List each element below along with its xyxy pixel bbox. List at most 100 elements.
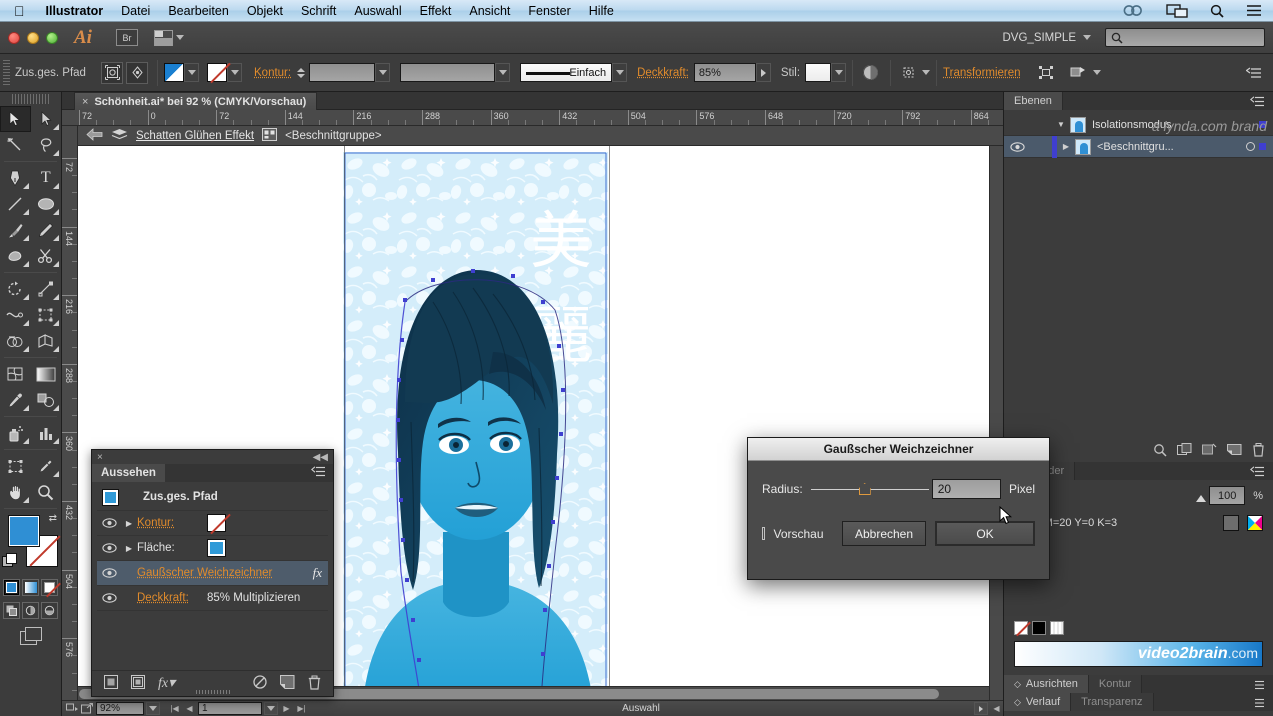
- gradient-preview-row[interactable]: video2brain.com a lynda.com brand: [1004, 118, 1273, 667]
- appearance-row-flaeche[interactable]: ▶ Fläche:: [97, 536, 328, 561]
- menu-item-datei[interactable]: Datei: [112, 0, 159, 22]
- tint-value-field[interactable]: 100: [1209, 486, 1246, 505]
- layer-row-beschnittgruppe[interactable]: ▶ <Beschnittgru...: [1004, 135, 1273, 158]
- next-artboard-button[interactable]: ▶: [280, 702, 293, 715]
- chevron-right-icon[interactable]: ▶: [1057, 142, 1075, 151]
- color-button[interactable]: [3, 579, 20, 596]
- arrange-documents-button[interactable]: [153, 29, 184, 46]
- lasso-tool-icon[interactable]: [31, 132, 62, 158]
- appearance-row-label[interactable]: Fläche:: [137, 542, 207, 554]
- ellipse-tool-icon[interactable]: [31, 191, 62, 217]
- status-expand-icon[interactable]: ◀: [990, 702, 1003, 715]
- last-artboard-button[interactable]: ▶|: [295, 702, 308, 715]
- panel-menu-icon[interactable]: [304, 464, 333, 482]
- locate-object-icon[interactable]: [1153, 443, 1167, 460]
- shape-builder-tool-icon[interactable]: [0, 328, 31, 354]
- opacity-field[interactable]: 85%: [693, 63, 756, 82]
- rotate-tool-icon[interactable]: [0, 276, 31, 302]
- appearance-panel-resize-grip[interactable]: [195, 690, 230, 694]
- preview-checkbox[interactable]: [762, 527, 765, 540]
- stroke-label[interactable]: Kontur:: [254, 67, 291, 79]
- menu-item-effekt[interactable]: Effekt: [411, 0, 461, 22]
- preview-label[interactable]: Vorschau: [774, 527, 824, 541]
- tab-ebenen[interactable]: Ebenen: [1004, 92, 1063, 110]
- close-window-button[interactable]: [8, 31, 20, 44]
- radius-slider-knob[interactable]: [858, 483, 871, 495]
- opacity-flyout-arrow[interactable]: [755, 63, 771, 82]
- appearance-row-kontur[interactable]: ▶ Kontur:: [97, 511, 328, 536]
- transform-link[interactable]: Transformieren: [943, 67, 1021, 79]
- artboard-dropdown-arrow[interactable]: [264, 702, 278, 715]
- pencil-tool-icon[interactable]: [31, 217, 62, 243]
- radius-input[interactable]: 20: [931, 479, 1001, 499]
- select-similar-icon[interactable]: [126, 61, 148, 84]
- prev-artboard-button[interactable]: ◀: [183, 702, 196, 715]
- ok-button[interactable]: OK: [935, 521, 1035, 546]
- appearance-row-label[interactable]: Kontur:: [137, 517, 207, 529]
- artwork-illustration[interactable]: 美 麗: [343, 152, 608, 702]
- blob-brush-tool-icon[interactable]: [0, 243, 31, 269]
- control-bar-grip[interactable]: [3, 59, 10, 86]
- menu-app-name[interactable]: Illustrator: [37, 0, 113, 22]
- panel-menu-icon[interactable]: [1244, 698, 1273, 711]
- visibility-toggle[interactable]: [97, 543, 121, 553]
- chevron-down-icon[interactable]: [375, 63, 391, 82]
- menu-item-objekt[interactable]: Objekt: [238, 0, 292, 22]
- create-new-layer-icon[interactable]: [1227, 443, 1242, 459]
- panel-menu-icon[interactable]: [1244, 680, 1273, 693]
- fill-swatch-icon[interactable]: [207, 539, 226, 557]
- add-new-fill-icon[interactable]: [131, 675, 145, 692]
- white-swatch[interactable]: [1050, 621, 1064, 635]
- breadcrumb-layer-name[interactable]: Schatten Glühen Effekt: [136, 130, 254, 142]
- stroke-swatch-button[interactable]: [207, 63, 242, 82]
- appearance-panel[interactable]: × ◀◀ Aussehen Zus.ges. Pfad ▶ Kontur: ▶ …: [91, 449, 334, 697]
- eraser-tool-icon[interactable]: [31, 243, 62, 269]
- delete-selection-icon[interactable]: [1252, 442, 1265, 460]
- radius-slider[interactable]: [810, 483, 929, 495]
- paintbrush-tool-icon[interactable]: [0, 217, 31, 243]
- eyedropper-tool-icon[interactable]: [0, 387, 31, 413]
- direct-selection-tool-icon[interactable]: [31, 106, 62, 132]
- menu-item-hilfe[interactable]: Hilfe: [580, 0, 623, 22]
- draw-behind-icon[interactable]: [22, 602, 39, 619]
- panel-menu-icon[interactable]: [1242, 466, 1273, 480]
- perspective-grid-tool-icon[interactable]: [31, 328, 62, 354]
- delete-item-icon[interactable]: [308, 675, 321, 693]
- status-flyout-arrow[interactable]: [974, 702, 988, 715]
- tint-slider-knob[interactable]: [1196, 494, 1207, 502]
- appearance-row-label[interactable]: Gaußscher Weichzeichner: [137, 567, 272, 579]
- slice-tool-icon[interactable]: [31, 453, 62, 479]
- type-tool-icon[interactable]: T: [31, 165, 62, 191]
- chevron-down-icon[interactable]: [922, 70, 931, 75]
- visibility-toggle[interactable]: [97, 568, 121, 578]
- arrange-icon[interactable]: [1068, 62, 1090, 84]
- stroke-swatch-icon[interactable]: [207, 514, 226, 532]
- swap-fill-stroke-icon[interactable]: ⇄: [49, 513, 57, 524]
- symbol-sprayer-tool-icon[interactable]: [0, 420, 31, 446]
- fill-swatch-button[interactable]: [164, 63, 199, 82]
- brush-definition-field[interactable]: Einfach: [520, 63, 613, 82]
- chevron-down-icon[interactable]: [495, 63, 511, 82]
- menu-item-schrift[interactable]: Schrift: [292, 0, 345, 22]
- menu-item-bearbeiten[interactable]: Bearbeiten: [159, 0, 237, 22]
- zoom-dropdown-arrow[interactable]: [146, 702, 160, 715]
- mesh-tool-icon[interactable]: [0, 361, 31, 387]
- chevron-down-icon[interactable]: [831, 63, 847, 82]
- add-new-effect-icon[interactable]: fx▾: [158, 675, 175, 692]
- chevron-down-icon[interactable]: [184, 63, 199, 82]
- tab-transparenz[interactable]: Transparenz: [1071, 693, 1154, 711]
- panel-menu-icon[interactable]: [1242, 96, 1273, 110]
- tools-palette-grip[interactable]: [12, 94, 49, 104]
- zoom-level-field[interactable]: 92%: [96, 702, 144, 715]
- stroke-weight-stepper[interactable]: [297, 67, 307, 78]
- bridge-button[interactable]: Br: [115, 29, 138, 46]
- width-tool-icon[interactable]: [0, 302, 31, 328]
- search-input[interactable]: [1105, 28, 1265, 47]
- tab-verlauf[interactable]: ◇ Verlauf: [1004, 693, 1072, 711]
- appearance-row-gaussian-blur[interactable]: Gaußscher Weichzeichner fx: [97, 561, 328, 586]
- add-new-stroke-icon[interactable]: [104, 675, 118, 692]
- chevron-right-icon[interactable]: ▶: [121, 519, 137, 528]
- appearance-object-row[interactable]: Zus.ges. Pfad: [97, 484, 328, 511]
- recolor-artwork-icon[interactable]: [859, 62, 881, 84]
- column-graph-tool-icon[interactable]: [31, 420, 62, 446]
